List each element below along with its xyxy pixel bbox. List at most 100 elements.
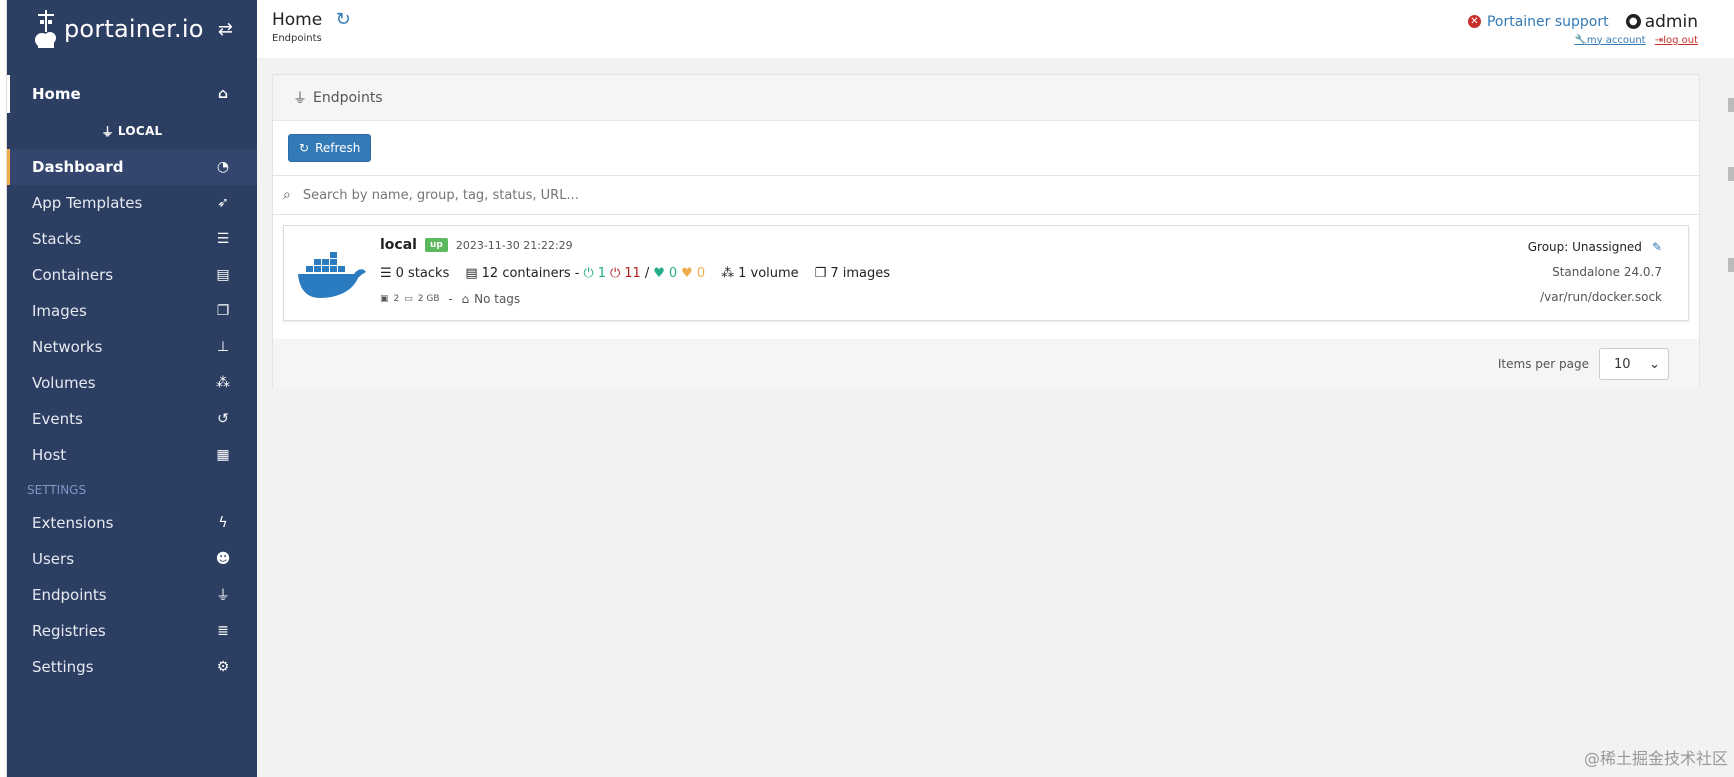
support-icon: ✕ [1467, 15, 1481, 28]
home-icon: ⌂ [217, 86, 229, 102]
cogs-icon: ⚙ [216, 659, 230, 675]
page-title: Home ↻ [272, 9, 351, 30]
users-icon: ☻ [215, 551, 231, 567]
pencil-icon[interactable]: ✎ [1652, 240, 1662, 254]
sidebar-item-home[interactable]: Home ⌂ [7, 75, 257, 113]
top-header: Home ↻ Endpoints ✕ Portainer support ● a… [257, 0, 1734, 58]
th-list-icon: ☰ [216, 231, 230, 247]
sidebar-item-label: Home [32, 85, 81, 103]
database-icon: ≣ [217, 623, 229, 639]
right-edge-mark [1728, 167, 1734, 181]
sidebar-item-label: Extensions [32, 514, 114, 532]
user-area: ✕ Portainer support ● admin 🔧my account … [1467, 9, 1698, 46]
stacks-icon: ☰ [380, 266, 392, 281]
sidebar-item-extensions[interactable]: Extensions ϟ [7, 505, 257, 541]
server-icon: ▤ [216, 267, 230, 283]
endpoint-card[interactable]: local up 2023-11-30 21:22:29 ☰ 0 stacks … [283, 225, 1689, 321]
sidebar-item-label: Images [32, 302, 87, 320]
sidebar: portainer.io ⇄ Home ⌂ ⏚ LOCAL Dashboard … [7, 0, 257, 777]
history-icon: ↺ [217, 411, 229, 427]
stopped-count: 11 [624, 266, 641, 281]
tachometer-icon: ◔ [216, 159, 230, 175]
sidebar-item-endpoints[interactable]: Endpoints ⏚ [7, 577, 257, 613]
sidebar-toggle-icon[interactable]: ⇄ [218, 19, 233, 40]
sidebar-item-label: Volumes [32, 374, 96, 392]
search-bar: ⌕ [273, 175, 1699, 215]
plug-icon: ⏚ [293, 90, 307, 107]
log-out-link[interactable]: ⇥log out [1655, 35, 1698, 46]
brand[interactable]: portainer.io ⇄ [7, 0, 257, 58]
sidebar-item-stacks[interactable]: Stacks ☰ [7, 221, 257, 257]
portainer-logo-icon [35, 10, 56, 48]
sidebar-item-volumes[interactable]: Volumes ⁂ [7, 365, 257, 401]
left-window-edge [0, 0, 7, 777]
endpoint-name: local [380, 237, 417, 253]
endpoint-timestamp: 2023-11-30 21:22:29 [455, 238, 573, 252]
sidebar-item-label: Users [32, 550, 75, 568]
items-per-page-select[interactable]: 10 ⌄ [1599, 348, 1669, 380]
sidebar-item-label: Events [32, 410, 83, 428]
images-count: 7 images [830, 266, 890, 281]
items-per-page-label: Items per page [1497, 357, 1589, 371]
endpoint-details: Group: Unassigned ✎ Standalone 24.0.7 /va… [1528, 240, 1662, 315]
refresh-icon[interactable]: ↻ [336, 9, 351, 30]
docker-whale-icon [298, 252, 366, 298]
running-count: 1 [597, 266, 606, 281]
cubes-icon: ⁂ [216, 375, 230, 391]
sidebar-item-images[interactable]: Images ❐ [7, 293, 257, 329]
unhealthy-count: 0 [696, 266, 706, 281]
tags-icon: ⌂ [461, 292, 470, 306]
sidebar-item-label: Containers [32, 266, 114, 284]
healthy-count: 0 [668, 266, 678, 281]
endpoint-stats: ☰ 0 stacks ▤ 12 containers - ⏻ 1 ⏻ 11 / … [380, 266, 890, 281]
sidebar-item-dashboard[interactable]: Dashboard ◔ [7, 149, 257, 185]
endpoint-name-label: ⏚ LOCAL [101, 124, 163, 139]
volumes-icon: ⁂ [721, 266, 735, 281]
sidebar-item-host[interactable]: Host ▦ [7, 437, 257, 473]
unhealthy-icon: ♥ [681, 266, 693, 281]
right-edge-mark [1728, 258, 1734, 272]
stopped-icon: ⏻ [609, 266, 621, 281]
support-link[interactable]: ✕ Portainer support [1467, 14, 1609, 30]
search-input[interactable] [300, 186, 1505, 204]
endpoints-panel: ⏚ Endpoints ↻ Refresh ⌕ local up 2023 [272, 74, 1700, 389]
bolt-icon: ϟ [218, 515, 228, 531]
stacks-count: 0 stacks [395, 266, 450, 281]
sidebar-item-app-templates[interactable]: App Templates ➶ [7, 185, 257, 221]
endpoint-group: Group: Unassigned [1527, 240, 1642, 254]
images-icon: ❐ [814, 266, 827, 281]
sidebar-item-label: Networks [32, 338, 103, 356]
clone-icon: ❐ [216, 303, 230, 319]
settings-section-label: SETTINGS [27, 483, 87, 497]
watermark: @稀土掘金技术社区 [1583, 749, 1728, 768]
search-icon: ⌕ [283, 187, 291, 203]
cpu-icon: ▣ [380, 294, 389, 304]
status-badge: up [424, 238, 448, 252]
sidebar-item-label: Registries [32, 622, 106, 640]
th-icon: ▦ [216, 447, 230, 463]
sidebar-item-label: Dashboard [32, 158, 124, 176]
my-account-link[interactable]: 🔧my account [1574, 35, 1645, 46]
sidebar-item-events[interactable]: Events ↺ [7, 401, 257, 437]
sidebar-item-containers[interactable]: Containers ▤ [7, 257, 257, 293]
plug-icon: ⏚ [101, 124, 114, 139]
breadcrumb: Endpoints [272, 33, 322, 44]
sidebar-item-label: Stacks [32, 230, 82, 248]
endpoint-meta: ▣ 2 ▭ 2 GB - ⌂ No tags [380, 292, 521, 306]
sitemap-icon: ⊥ [216, 339, 230, 355]
containers-icon: ▤ [465, 266, 478, 281]
refresh-button[interactable]: ↻ Refresh [288, 134, 372, 162]
sidebar-item-settings[interactable]: Settings ⚙ [7, 649, 257, 685]
right-edge-mark [1728, 98, 1734, 112]
user-circle-icon: ● [1625, 14, 1641, 29]
plug-icon: ⏚ [216, 588, 230, 604]
sidebar-item-users[interactable]: Users ☻ [7, 541, 257, 577]
chevron-down-icon: ⌄ [1649, 356, 1660, 372]
sidebar-item-networks[interactable]: Networks ⊥ [7, 329, 257, 365]
sidebar-item-label: App Templates [32, 194, 143, 212]
endpoint-version: Standalone 24.0.7 [1552, 265, 1662, 279]
sidebar-item-registries[interactable]: Registries ≣ [7, 613, 257, 649]
endpoint-tags: No tags [474, 292, 521, 306]
memory-size: 2 GB [417, 294, 440, 304]
user-name: ● admin [1625, 12, 1698, 32]
